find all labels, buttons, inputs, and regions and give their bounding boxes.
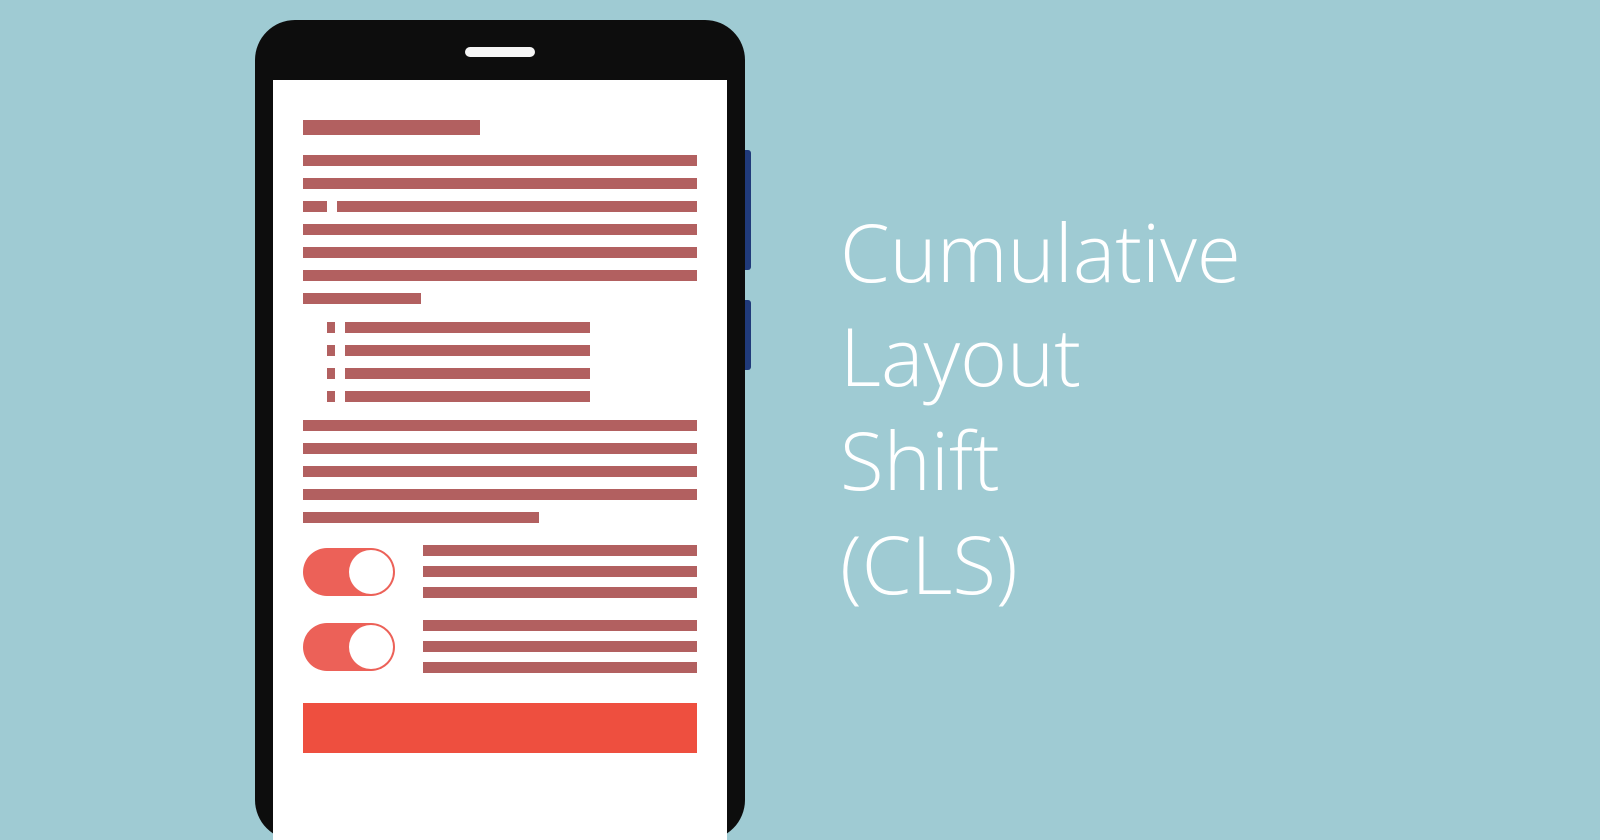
setting-label-placeholder bbox=[423, 662, 697, 673]
list-item bbox=[345, 368, 590, 379]
toggle-switch[interactable] bbox=[303, 623, 395, 671]
content-text-placeholder bbox=[303, 443, 697, 454]
content-text-placeholder bbox=[337, 201, 697, 212]
content-text-placeholder bbox=[303, 155, 697, 166]
phone-speaker bbox=[465, 47, 535, 57]
content-text-placeholder bbox=[303, 201, 327, 212]
content-text-placeholder bbox=[303, 178, 697, 189]
phone-screen bbox=[273, 80, 727, 840]
phone-mockup bbox=[255, 20, 745, 840]
content-text-placeholder bbox=[303, 489, 697, 500]
content-text-placeholder bbox=[303, 466, 697, 477]
setting-label-placeholder bbox=[423, 587, 697, 598]
setting-label-placeholder bbox=[423, 545, 697, 556]
diagram-title: Cumulative Layout Shift (CLS) bbox=[840, 200, 1241, 616]
content-title-placeholder bbox=[303, 120, 480, 135]
primary-button[interactable] bbox=[303, 703, 697, 753]
content-text-placeholder bbox=[303, 247, 697, 258]
toggle-knob bbox=[349, 550, 393, 594]
setting-row bbox=[303, 545, 697, 598]
setting-label-placeholder bbox=[423, 620, 697, 631]
content-text-placeholder bbox=[303, 420, 697, 431]
title-line-3: Shift bbox=[840, 408, 1241, 512]
toggle-knob bbox=[349, 625, 393, 669]
content-text-placeholder bbox=[303, 224, 697, 235]
title-line-4: (CLS) bbox=[840, 512, 1241, 616]
list-item bbox=[345, 322, 590, 333]
setting-label-placeholder bbox=[423, 641, 697, 652]
title-line-1: Cumulative bbox=[840, 200, 1241, 304]
title-line-2: Layout bbox=[840, 304, 1241, 408]
toggle-switch[interactable] bbox=[303, 548, 395, 596]
list-item bbox=[345, 345, 590, 356]
phone-side-button-2 bbox=[745, 300, 751, 370]
content-text-placeholder bbox=[303, 512, 539, 523]
content-text-placeholder bbox=[303, 270, 697, 281]
setting-row bbox=[303, 620, 697, 673]
content-text-placeholder bbox=[303, 293, 421, 304]
list-item bbox=[345, 391, 590, 402]
setting-label-placeholder bbox=[423, 566, 697, 577]
phone-side-button-1 bbox=[745, 150, 751, 270]
